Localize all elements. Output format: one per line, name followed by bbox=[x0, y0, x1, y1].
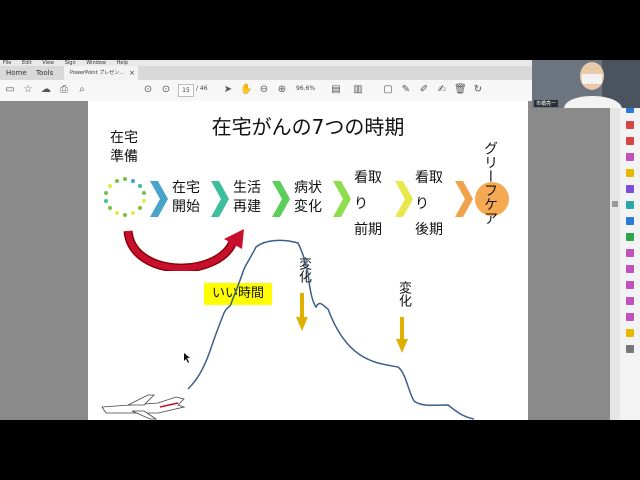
highlight-pen-icon[interactable]: ✎ bbox=[400, 84, 412, 96]
comment-tool-icon[interactable] bbox=[626, 169, 634, 177]
page-up-icon[interactable]: ⊙ bbox=[142, 84, 154, 96]
tools-pane bbox=[620, 101, 640, 420]
upload-cloud-icon[interactable]: ☁ bbox=[40, 84, 52, 96]
select-cursor-icon[interactable]: ➤ bbox=[222, 84, 234, 96]
more-tools-icon[interactable] bbox=[626, 345, 634, 353]
edit-pdf-icon[interactable] bbox=[626, 153, 634, 161]
export-pdf-icon[interactable] bbox=[626, 121, 634, 129]
vertical-scrollbar[interactable] bbox=[610, 101, 620, 420]
condition-curve bbox=[187, 239, 475, 420]
save-icon[interactable]: ▭ bbox=[4, 84, 16, 96]
tab-bar: Home Tools PowerPoint プレゼン... × bbox=[0, 66, 532, 80]
comment-icon[interactable]: ▢ bbox=[382, 84, 394, 96]
tab-document-label: PowerPoint プレゼン... bbox=[70, 70, 124, 76]
create-pdf-icon[interactable] bbox=[626, 137, 634, 145]
zoom-in-icon[interactable]: ⊕ bbox=[276, 84, 288, 96]
page-down-icon[interactable]: ⊙ bbox=[160, 84, 172, 96]
close-tab-icon[interactable]: × bbox=[129, 66, 135, 80]
tab-home[interactable]: Home bbox=[0, 66, 33, 80]
draw-icon[interactable]: ✐ bbox=[418, 84, 430, 96]
prepare-form-icon[interactable] bbox=[626, 297, 634, 305]
search-icon[interactable]: ⌕ bbox=[76, 84, 88, 96]
tab-document[interactable]: PowerPoint プレゼン... × bbox=[64, 66, 138, 80]
bookmark-star-icon[interactable]: ☆ bbox=[22, 84, 34, 96]
send-sign-icon[interactable] bbox=[626, 265, 634, 273]
participant-name: 市橋亮一 bbox=[534, 100, 559, 107]
protect-icon[interactable] bbox=[626, 281, 634, 289]
sign-icon[interactable]: ✍ bbox=[436, 84, 448, 96]
redact-icon[interactable] bbox=[626, 313, 634, 321]
stamp-icon[interactable] bbox=[626, 329, 634, 337]
zoom-level-select[interactable]: 96.6% bbox=[296, 85, 315, 92]
mouse-cursor-icon bbox=[184, 353, 190, 363]
scroll-mode-icon[interactable]: ▥ bbox=[352, 84, 364, 96]
fit-page-icon[interactable]: ▤ bbox=[330, 84, 342, 96]
slide-page: 在宅がんの7つの時期 在宅 準備 在宅 開始 生活 再建 病状 変化 看取 り … bbox=[88, 101, 528, 420]
page-total: / 46 bbox=[196, 85, 208, 92]
hand-tool-icon[interactable]: ✋ bbox=[240, 84, 252, 96]
tab-tools[interactable]: Tools bbox=[30, 66, 59, 80]
enhance-icon[interactable] bbox=[626, 233, 634, 241]
scan-ocr-icon[interactable] bbox=[626, 217, 634, 225]
print-icon[interactable]: ⎙ bbox=[58, 84, 70, 96]
rotate-icon[interactable]: ↻ bbox=[472, 84, 484, 96]
video-thumbnail: 市橋亮一 bbox=[532, 60, 640, 108]
tab-home-label: Home bbox=[6, 69, 27, 77]
zoom-out-icon[interactable]: ⊖ bbox=[258, 84, 270, 96]
page-number-input[interactable]: 15 bbox=[178, 84, 194, 97]
delete-icon[interactable]: 🗑 bbox=[454, 84, 467, 96]
tab-tools-label: Tools bbox=[36, 69, 54, 77]
fill-sign-icon[interactable] bbox=[626, 249, 634, 257]
airplane-icon bbox=[101, 394, 186, 420]
combine-files-icon[interactable] bbox=[626, 185, 634, 193]
organize-pages-icon[interactable] bbox=[626, 201, 634, 209]
